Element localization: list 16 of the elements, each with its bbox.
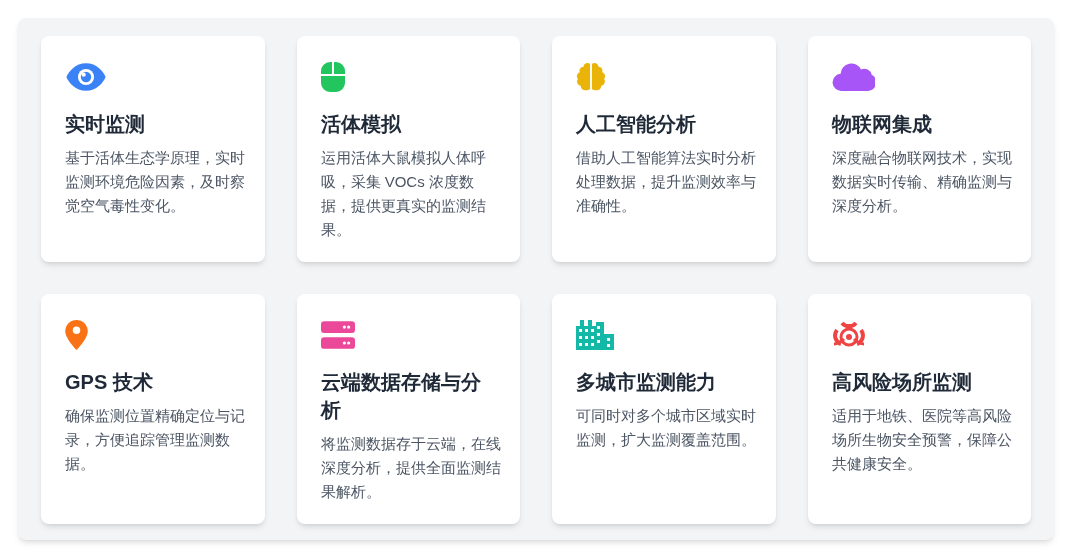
feature-title: 人工智能分析 — [576, 112, 697, 137]
feature-description: 确保监测位置精确定位与记录，方便追踪管理监测数据。 — [65, 406, 246, 474]
feature-title: 物联网集成 — [831, 112, 933, 137]
feature-title: 云端数据存储与分析 — [320, 370, 482, 423]
feature-title: 实时监测 — [65, 112, 146, 137]
feature-description: 可同时对多个城市区域实时监测，扩大监测覆盖范围。 — [576, 406, 757, 450]
feature-title: 多城市监测能力 — [576, 370, 717, 395]
feature-description: 借助人工智能算法实时分析处理数据，提升监测效率与准确性。 — [576, 148, 757, 216]
feature-description: 基于活体生态学原理，实时监测环境危险因素，及时察觉空气毒性变化。 — [65, 148, 246, 216]
feature-title: GPS 技术 — [65, 370, 154, 395]
feature-description: 运用活体大鼠模拟人体呼吸，采集 VOCs 浓度数据，提供更真实的监测结果。 — [320, 148, 487, 240]
feature-description: 适用于地铁、医院等高风险场所生物安全预警，保障公共健康安全。 — [831, 406, 1013, 474]
feature-description: 将监测数据存于云端，在线深度分析，提供全面监测结果解析。 — [320, 434, 502, 502]
feature-title: 高风险场所监测 — [831, 370, 973, 395]
feature-title: 活体模拟 — [320, 112, 403, 137]
feature-description: 深度融合物联网技术，实现数据实时传输、精确监测与深度分析。 — [831, 148, 1013, 216]
